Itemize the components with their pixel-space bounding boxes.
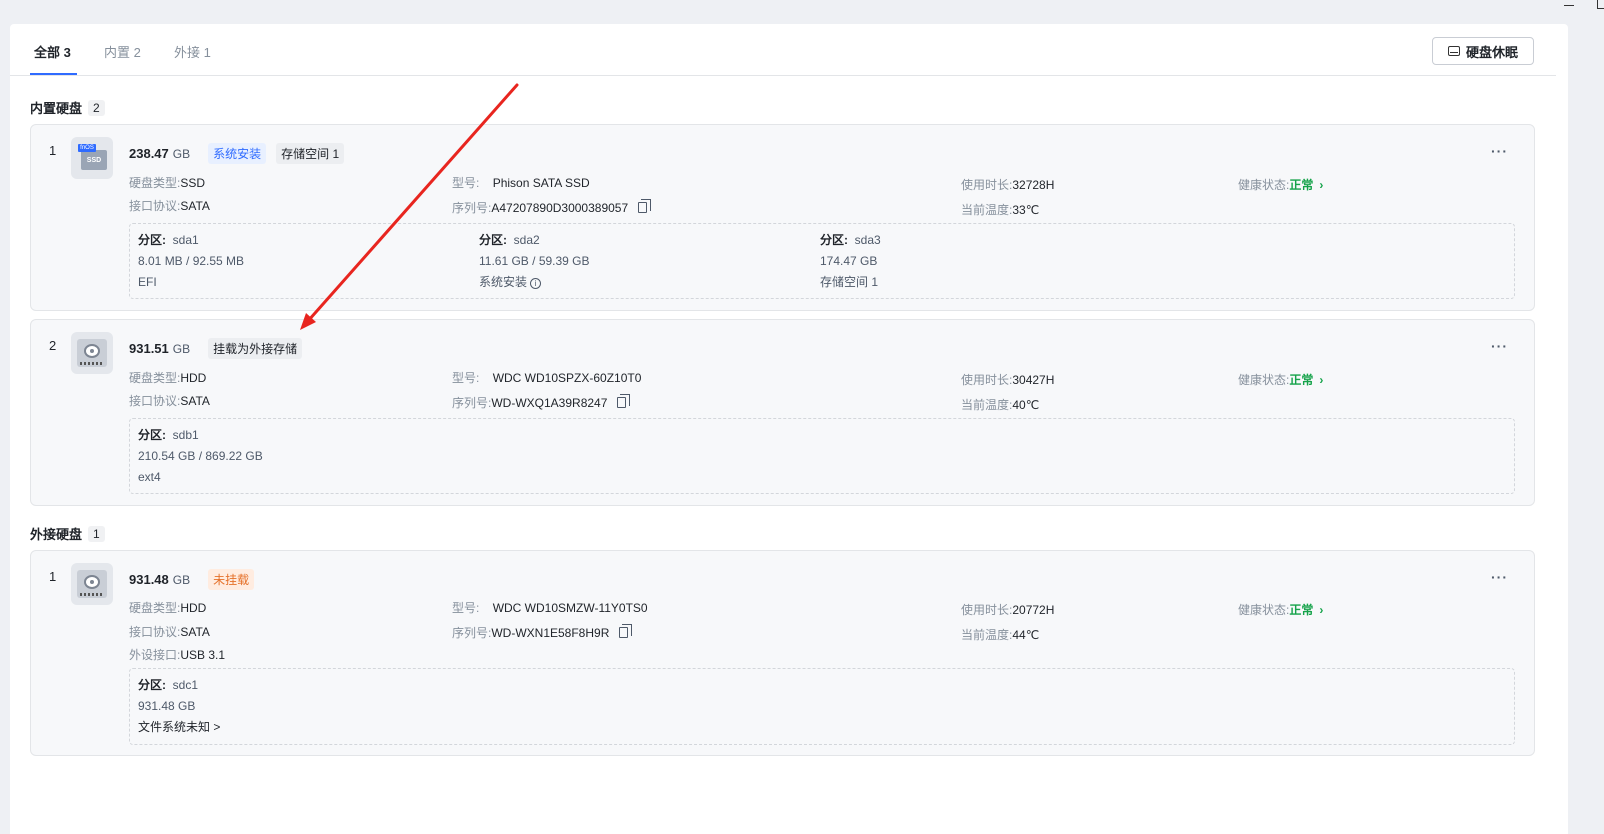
section-internal-title: 内置硬盘 2 bbox=[30, 98, 105, 117]
chevron-right-icon: › bbox=[1319, 603, 1324, 617]
copy-icon[interactable] bbox=[619, 624, 633, 638]
ssd-icon: SSD fnOS bbox=[71, 137, 113, 179]
section-external-label: 外接硬盘 bbox=[30, 527, 83, 542]
partition-item: 分区: sda2 11.61 GB / 59.39 GB 系统安装 i bbox=[479, 233, 590, 289]
more-icon[interactable]: ··· bbox=[1491, 569, 1508, 585]
usb-port-field: 外设接口:USB 3.1 bbox=[129, 648, 226, 662]
protocol-field: 接口协议:SATA bbox=[129, 199, 210, 213]
disk-management-panel: 全部 3 内置 2 外接 1 硬盘休眠 内置硬盘 2 1 SSD fnOS 23… bbox=[10, 24, 1568, 834]
status-badge: 系统安装 bbox=[208, 143, 267, 164]
health-field[interactable]: 健康状态:正常 › bbox=[1238, 176, 1323, 193]
disk-sleep-button[interactable]: 硬盘休眠 bbox=[1432, 37, 1534, 65]
disk-capacity: 931.48 GB 未挂载 bbox=[129, 569, 255, 590]
serial-field: 序列号:WD-WXQ1A39R8247 bbox=[452, 394, 631, 411]
hdd-icon bbox=[71, 332, 113, 374]
protocol-field: 接口协议:SATA bbox=[129, 625, 210, 639]
disk-capacity: 931.51 GB 挂载为外接存储 bbox=[129, 338, 303, 359]
disk-index: 1 bbox=[49, 143, 57, 158]
section-internal-count: 2 bbox=[88, 99, 105, 116]
more-icon[interactable]: ··· bbox=[1491, 338, 1508, 354]
disk-type-field: 硬盘类型:HDD bbox=[129, 371, 207, 385]
chevron-right-icon: › bbox=[1319, 178, 1324, 192]
tab-internal[interactable]: 内置 2 bbox=[104, 42, 141, 61]
temperature-field: 当前温度:33℃ bbox=[961, 203, 1040, 217]
hard-disk-icon bbox=[1447, 46, 1460, 56]
disk-sleep-label: 硬盘休眠 bbox=[1465, 44, 1518, 60]
info-icon[interactable]: i bbox=[530, 278, 542, 289]
disk-type-field: 硬盘类型:HDD bbox=[129, 601, 207, 615]
partition-list: 分区: sdb1 210.54 GB / 869.22 GB ext4 bbox=[129, 418, 1515, 494]
serial-field: 序列号:WD-WXN1E58F8H9R bbox=[452, 624, 633, 641]
capacity-unit: GB bbox=[172, 342, 191, 356]
maximize-icon[interactable] bbox=[1597, 0, 1604, 9]
capacity-value: 931.48 bbox=[129, 572, 169, 587]
serial-field: 序列号:A47207890D3000389057 bbox=[452, 199, 652, 216]
disk-type-field: 硬盘类型:SSD bbox=[129, 176, 206, 190]
more-icon[interactable]: ··· bbox=[1491, 143, 1508, 159]
fnos-icon-tag: fnOS bbox=[78, 144, 96, 152]
section-external-count: 1 bbox=[88, 525, 105, 542]
section-internal-label: 内置硬盘 bbox=[30, 101, 83, 116]
capacity-unit: GB bbox=[172, 573, 191, 587]
partition-item: 分区: sda1 8.01 MB / 92.55 MB EFI bbox=[138, 233, 245, 289]
status-badge: 存储空间 1 bbox=[276, 143, 345, 164]
uptime-field: 使用时长:20772H bbox=[961, 603, 1055, 617]
tab-all[interactable]: 全部 3 bbox=[34, 42, 71, 61]
model-field: 型号: WDC WD10SMZW-11Y0TS0 bbox=[452, 601, 648, 615]
status-badge: 挂载为外接存储 bbox=[208, 338, 303, 359]
filesystem-unknown-link[interactable]: 文件系统未知 > bbox=[138, 717, 220, 738]
disk-card: 1 931.48 GB 未挂载 ··· 硬盘类型:HDD 接口协议:SATA 外… bbox=[30, 550, 1535, 756]
temperature-field: 当前温度:40℃ bbox=[961, 398, 1040, 412]
disk-index: 2 bbox=[49, 338, 57, 353]
uptime-field: 使用时长:30427H bbox=[961, 373, 1055, 387]
health-field[interactable]: 健康状态:正常 › bbox=[1238, 371, 1323, 388]
uptime-field: 使用时长:32728H bbox=[961, 178, 1055, 192]
model-field: 型号: Phison SATA SSD bbox=[452, 176, 590, 190]
partition-item: 分区: sda3 174.47 GB 存储空间 1 bbox=[820, 233, 881, 289]
window-titlebar bbox=[0, 0, 1604, 24]
disk-index: 1 bbox=[49, 569, 57, 584]
copy-icon[interactable] bbox=[617, 394, 631, 408]
health-field[interactable]: 健康状态:正常 › bbox=[1238, 601, 1323, 618]
tab-external[interactable]: 外接 1 bbox=[174, 42, 211, 61]
partition-item: 分区: sdc1 931.48 GB 文件系统未知 > bbox=[138, 675, 220, 738]
disk-card: 2 931.51 GB 挂载为外接存储 ··· 硬盘类型:HDD 接口协议:SA… bbox=[30, 319, 1535, 506]
hdd-icon bbox=[71, 563, 113, 605]
protocol-field: 接口协议:SATA bbox=[129, 394, 210, 408]
capacity-unit: GB bbox=[172, 147, 191, 161]
tab-bar: 全部 3 内置 2 外接 1 硬盘休眠 bbox=[10, 24, 1556, 76]
partition-item: 分区: sdb1 210.54 GB / 869.22 GB ext4 bbox=[138, 428, 263, 484]
active-tab-indicator bbox=[30, 73, 77, 75]
model-field: 型号: WDC WD10SPZX-60Z10T0 bbox=[452, 371, 642, 385]
minimize-icon[interactable] bbox=[1564, 0, 1574, 6]
ssd-icon-label: SSD bbox=[81, 150, 107, 170]
capacity-value: 238.47 bbox=[129, 146, 169, 161]
section-external-title: 外接硬盘 1 bbox=[30, 524, 105, 543]
partition-list: 分区: sda1 8.01 MB / 92.55 MB EFI 分区: sda2… bbox=[129, 223, 1515, 299]
status-badge: 未挂载 bbox=[208, 569, 255, 590]
chevron-right-icon: › bbox=[1319, 373, 1324, 387]
disk-card: 1 SSD fnOS 238.47 GB 系统安装 存储空间 1 ··· 硬盘类… bbox=[30, 124, 1535, 311]
disk-capacity: 238.47 GB 系统安装 存储空间 1 bbox=[129, 143, 345, 164]
capacity-value: 931.51 bbox=[129, 341, 169, 356]
copy-icon[interactable] bbox=[638, 199, 652, 213]
partition-list: 分区: sdc1 931.48 GB 文件系统未知 > bbox=[129, 668, 1515, 745]
temperature-field: 当前温度:44℃ bbox=[961, 628, 1040, 642]
